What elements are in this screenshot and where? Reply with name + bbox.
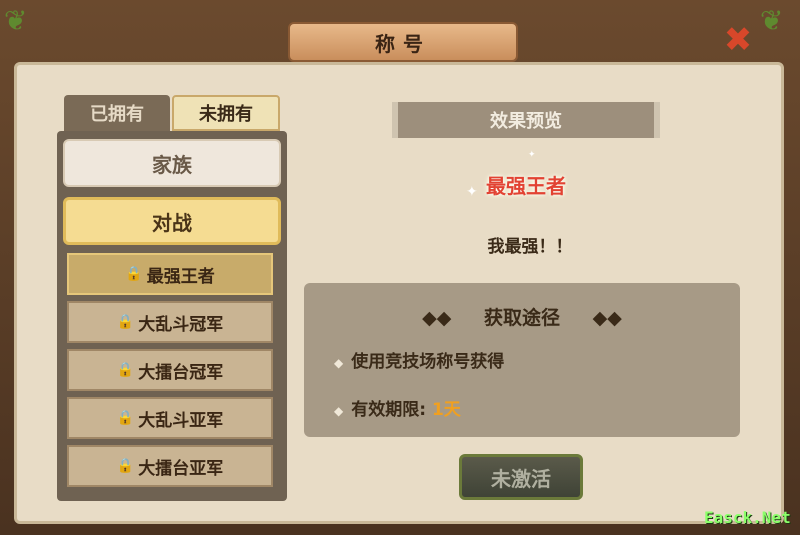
vine-decoration-left: ❦ [4, 4, 28, 37]
lock-icon: 🔒 [116, 362, 135, 378]
activate-button[interactable]: 未激活 [459, 454, 583, 500]
acquire-method: ◆ 使用竞技场称号获得 [334, 352, 505, 372]
tab-owned[interactable]: 已拥有 [64, 95, 170, 131]
preview-header: 效果预览 [392, 102, 660, 138]
tab-not-owned[interactable]: 未拥有 [172, 95, 280, 131]
title-item[interactable]: 🔒 大乱斗亚军 [67, 397, 273, 439]
title-label: 最强王者 [146, 266, 215, 287]
category-family[interactable]: 家族 [63, 139, 281, 187]
title-item[interactable]: 🔒 大擂台冠军 [67, 349, 273, 391]
diamond-icon: ◆◆ [592, 307, 622, 329]
window-title: 称号 [288, 22, 518, 62]
lock-icon: 🔒 [116, 314, 135, 330]
title-description: 我最强！！ [487, 237, 573, 257]
title-label: 大乱斗亚军 [138, 410, 224, 431]
close-icon: ✖ [723, 20, 753, 60]
title-label: 大擂台亚军 [138, 458, 224, 479]
watermark: Easck.Net [704, 508, 791, 527]
close-button[interactable]: ✖ [720, 20, 756, 60]
lock-icon: 🔒 [125, 266, 143, 282]
lock-icon: 🔒 [116, 410, 135, 426]
diamond-icon: ◆◆ [422, 307, 452, 329]
title-item[interactable]: 🔒 大乱斗冠军 [67, 301, 273, 343]
title-item[interactable]: 🔒 最强王者 [67, 253, 273, 295]
sparkle-icon: ✦ [528, 150, 536, 160]
title-label: 大擂台冠军 [138, 362, 224, 383]
category-battle[interactable]: 对战 [63, 197, 281, 245]
acquire-validity: ◆ 有效期限: 1天 [334, 400, 461, 420]
acquire-title: ◆◆ 获取途径 ◆◆ [422, 307, 622, 329]
validity-value: 1天 [431, 400, 461, 420]
bullet-icon: ◆ [334, 404, 344, 418]
title-list[interactable]: 家族 对战 🔒 最强王者 🔒 大乱斗冠军 🔒 大擂台冠军 🔒 大乱斗亚军 🔒 大擂台亚军 [57, 131, 287, 501]
lock-icon: 🔒 [116, 458, 135, 474]
title-preview: 最强王者 [486, 174, 566, 198]
title-item[interactable]: 🔒 大擂台亚军 [67, 445, 273, 487]
acquire-panel: ◆◆ 获取途径 ◆◆ ◆ 使用竞技场称号获得 ◆ 有效期限: 1天 [304, 283, 740, 437]
vine-decoration-right: ❦ [760, 4, 784, 37]
title-label: 大乱斗冠军 [138, 314, 224, 335]
bullet-icon: ◆ [334, 356, 344, 370]
